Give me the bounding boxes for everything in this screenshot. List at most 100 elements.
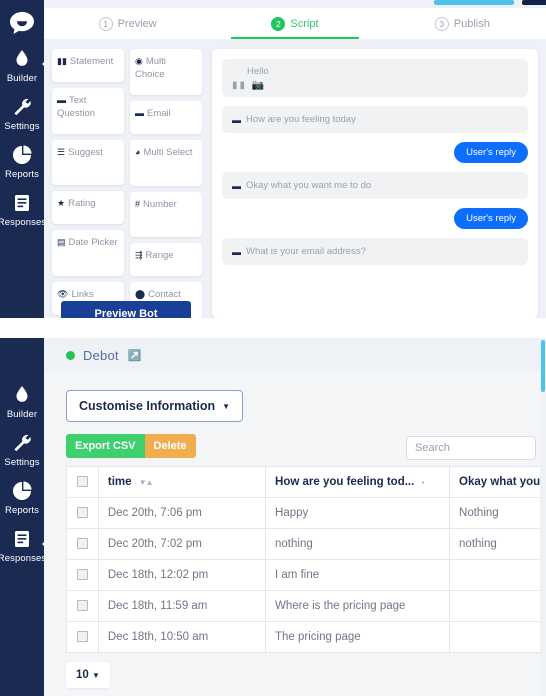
wrench-icon bbox=[11, 432, 33, 454]
wrench-icon bbox=[11, 96, 33, 118]
sidebar-item-settings[interactable]: Settings bbox=[0, 424, 44, 472]
column-header-q2[interactable]: Okay what you wa bbox=[449, 466, 546, 498]
cell-q1: I am fine bbox=[265, 559, 451, 591]
bot-message-1[interactable]: ▬ How are you feeling today bbox=[222, 106, 528, 133]
vertical-scrollbar[interactable] bbox=[540, 338, 546, 696]
scrollbar-thumb[interactable] bbox=[541, 340, 545, 392]
row-checkbox[interactable] bbox=[76, 569, 88, 581]
responses-screen: Builder Settings Reports Responses Debot… bbox=[0, 338, 546, 696]
tab-label: Script bbox=[290, 17, 319, 30]
sidebar-item-builder[interactable]: Builder bbox=[0, 376, 44, 424]
primary-action-button[interactable] bbox=[522, 0, 546, 5]
star-icon: ★ bbox=[57, 198, 66, 208]
palette-item-label: Statement bbox=[69, 56, 114, 67]
bot-message-3[interactable]: ▬ What is your email address? bbox=[222, 238, 528, 265]
palette-item-label: Number bbox=[143, 199, 177, 210]
tab-preview[interactable]: 1 Preview bbox=[44, 8, 211, 39]
cell-q2 bbox=[449, 559, 546, 591]
sidebar-item-responses[interactable]: Responses bbox=[0, 184, 44, 232]
row-checkbox[interactable] bbox=[76, 600, 88, 612]
palette-item-range[interactable]: ⇶ Range bbox=[130, 243, 202, 276]
customise-information-dropdown[interactable]: Customise Information ▼ bbox=[66, 390, 244, 422]
caret-down-icon: ▼ bbox=[222, 401, 231, 411]
palette-item-rating[interactable]: ★ Rating bbox=[52, 191, 124, 224]
cell-q2: Nothing bbox=[449, 497, 546, 529]
palette-item-email[interactable]: ▬ Email bbox=[130, 101, 202, 134]
external-link-icon[interactable]: ↗️ bbox=[128, 349, 142, 362]
table-row[interactable]: Dec 20th, 7:02 pm nothing nothing bbox=[66, 528, 546, 560]
bot-message-greeting[interactable]: Hello ▮▮ 📷 bbox=[222, 59, 528, 97]
palette-item-number[interactable]: # Number bbox=[130, 192, 202, 237]
sidebar-item-reports[interactable]: Reports bbox=[0, 472, 44, 520]
page-size-selector[interactable]: 10 ▼ bbox=[66, 662, 110, 688]
delete-button[interactable]: Delete bbox=[144, 434, 196, 458]
row-checkbox[interactable] bbox=[76, 631, 88, 643]
user-reply-bubble[interactable]: User's reply bbox=[454, 142, 528, 163]
cell-q1: The pricing page bbox=[265, 621, 451, 653]
cell-q1: Happy bbox=[265, 497, 451, 529]
sidebar-item-builder[interactable]: Builder bbox=[0, 40, 44, 88]
column-header-time[interactable]: time ▼▲ bbox=[97, 466, 267, 498]
sidebar-item-label: Responses bbox=[0, 217, 44, 228]
wizard-tabs: 1 Preview 2 Script 3 Publish bbox=[44, 8, 546, 39]
app-root: Builder Settings Reports Responses 1 Pre… bbox=[0, 0, 546, 696]
sidebar-item-responses[interactable]: Responses bbox=[0, 520, 44, 568]
bot-message-2[interactable]: ▬ Okay what you want me to do bbox=[222, 172, 528, 199]
tab-script[interactable]: 2 Script bbox=[211, 8, 378, 39]
cell-q1: nothing bbox=[265, 528, 451, 560]
cell-time: Dec 18th, 12:02 pm bbox=[97, 559, 267, 591]
secondary-action-button[interactable] bbox=[434, 0, 514, 5]
table-row[interactable]: Dec 18th, 11:59 am Where is the pricing … bbox=[66, 590, 546, 622]
preview-bot-button[interactable]: Preview Bot bbox=[61, 301, 191, 318]
column-label: How are you feeling tod... bbox=[275, 476, 415, 488]
cell-time: Dec 20th, 7:06 pm bbox=[97, 497, 267, 529]
table-row[interactable]: Dec 18th, 10:50 am The pricing page bbox=[66, 621, 546, 653]
sidebar-item-settings[interactable]: Settings bbox=[0, 88, 44, 136]
chat-bubble-logo[interactable] bbox=[4, 6, 40, 40]
sort-icon[interactable]: ▼▲ bbox=[139, 478, 154, 487]
tab-publish[interactable]: 3 Publish bbox=[379, 8, 546, 39]
row-checkbox[interactable] bbox=[76, 538, 88, 550]
builder-screen: Builder Settings Reports Responses 1 Pre… bbox=[0, 0, 546, 318]
bot-name: Debot bbox=[83, 347, 119, 363]
statement-icon: ▮▮ 📷 bbox=[232, 80, 267, 91]
export-csv-button[interactable]: Export CSV bbox=[66, 434, 145, 458]
palette-item-multi-select[interactable]: ◕ Multi Select bbox=[130, 140, 202, 186]
row-select-cell bbox=[66, 590, 99, 622]
cell-time: Dec 18th, 11:59 am bbox=[97, 590, 267, 622]
row-checkbox[interactable] bbox=[76, 507, 88, 519]
palette-item-multi-choice[interactable]: ◉ Multi Choice bbox=[130, 49, 202, 95]
table-row[interactable]: Dec 20th, 7:06 pm Happy Nothing bbox=[66, 497, 546, 529]
document-icon bbox=[11, 528, 33, 550]
sort-icon[interactable]: ▪ bbox=[422, 478, 425, 487]
sidebar-builder: Builder Settings Reports Responses bbox=[0, 0, 44, 318]
user-reply-bubble[interactable]: User's reply bbox=[454, 208, 528, 229]
email-icon: ▬ bbox=[135, 108, 144, 118]
sidebar-item-reports[interactable]: Reports bbox=[0, 136, 44, 184]
bot-header: Debot ↗️ bbox=[44, 338, 546, 372]
sidebar-item-label: Reports bbox=[5, 169, 39, 180]
bot-message-text: How are you feeling today bbox=[246, 114, 356, 125]
palette-item-label: Date Picker bbox=[68, 237, 118, 248]
palette-item-suggest[interactable]: ☰ Suggest bbox=[52, 140, 124, 185]
select-all-checkbox[interactable] bbox=[76, 476, 88, 488]
range-icon: ⇶ bbox=[135, 250, 143, 260]
cell-q2 bbox=[449, 621, 546, 653]
sidebar-item-label: Builder bbox=[6, 73, 38, 84]
select-all-header bbox=[66, 466, 99, 498]
palette-item-date-picker[interactable]: ▤ Date Picker bbox=[52, 230, 124, 276]
table-row[interactable]: Dec 18th, 12:02 pm I am fine bbox=[66, 559, 546, 591]
search-input[interactable]: Search bbox=[406, 436, 536, 460]
contact-icon: ⬤ bbox=[135, 289, 146, 299]
radio-icon: ◉ bbox=[135, 56, 143, 66]
palette-item-text-question[interactable]: ▬ Text Question bbox=[52, 88, 124, 134]
link-icon: 👁 bbox=[57, 289, 69, 299]
column-header-q1[interactable]: How are you feeling tod... ▪ bbox=[265, 466, 451, 498]
palette-item-label: Range bbox=[145, 250, 174, 261]
row-select-cell bbox=[66, 621, 99, 653]
palette-item-statement[interactable]: ▮▮ Statement bbox=[52, 49, 124, 82]
row-select-cell bbox=[66, 559, 99, 591]
page-size-value: 10 bbox=[76, 669, 89, 681]
block-palette: ▮▮ Statement ▬ Text Question ☰ Suggest ★ Rat… bbox=[52, 49, 202, 318]
palette-item-label: Rating bbox=[68, 198, 96, 209]
